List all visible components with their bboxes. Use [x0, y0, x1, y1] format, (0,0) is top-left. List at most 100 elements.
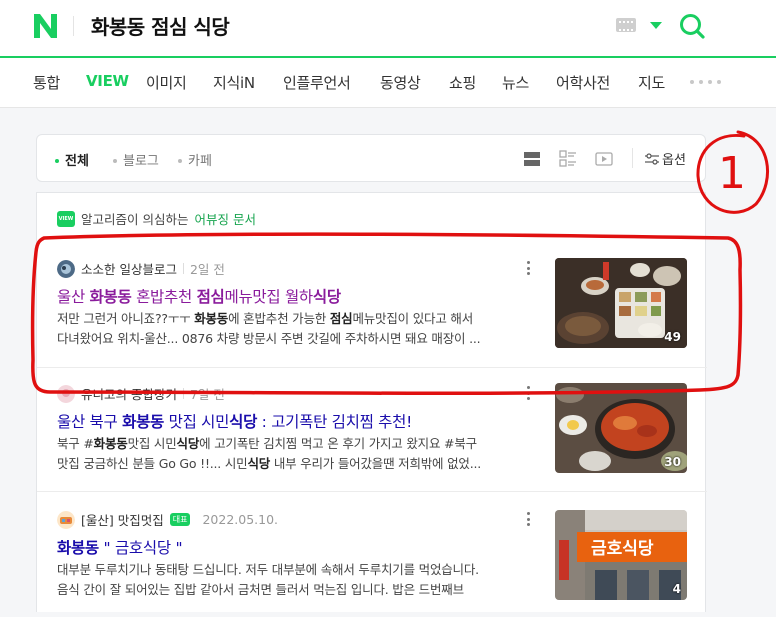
restaurant-sign-image: 금호식당 [555, 510, 687, 600]
filter-dot-icon [178, 158, 182, 163]
post-date: 7일 전 [189, 387, 225, 402]
desc-text: 내부 우리가 들어갔을땐 저희밖에 없었... [270, 456, 482, 471]
filter-dot-icon [55, 158, 59, 163]
caret-down-icon[interactable] [650, 22, 662, 29]
red-circle-mark [696, 130, 770, 214]
result-title[interactable]: 울산 북구 화봉동 맛집 시민식당 : 고기폭탄 김치찜 추천! [57, 410, 412, 432]
tab-kin[interactable]: 지식iN [213, 72, 255, 93]
title-keyword: 식당 [229, 413, 258, 431]
desc-keyword: 식당 [247, 456, 271, 471]
tab-influencer[interactable]: 인플루언서 [283, 72, 351, 93]
avatar [57, 259, 75, 278]
tab-video[interactable]: 동영상 [380, 72, 421, 93]
result-title[interactable]: 울산 화봉동 혼밥추천 점심메뉴맛집 월하식당 [57, 285, 341, 307]
sign-text: 금호식당 [591, 539, 654, 559]
filter-bar: 전체 블로그 카페 옵션 [36, 134, 706, 182]
desc-text: 대부분 두루치기나 동태탕 드십니다. 저두 대부분에 속해서 두루치기를 먹었… [57, 562, 479, 577]
header-divider [73, 16, 74, 36]
title-text: 울산 북구 [57, 413, 123, 431]
result-description: 북구 #화봉동맛집 시민식당에 고기폭탄 김치찜 먹고 온 후기 가지고 왔지요… [57, 434, 527, 474]
avatar [57, 384, 75, 403]
abuse-notice-link[interactable]: 어뷰징 문서 [194, 209, 255, 228]
tab-images[interactable]: 이미지 [146, 72, 187, 93]
desc-text: 음식 간이 잘 되어있는 집밥 같아서 금처면 들러서 먹는집 입니다. 밥은 … [57, 582, 464, 597]
list-view-icon[interactable] [523, 150, 541, 168]
title-keyword: 식당 [312, 288, 341, 306]
author-name: 소소한 일상블로그 [81, 262, 177, 277]
result-title[interactable]: 화봉동 " 금호식당 " [57, 536, 183, 558]
filter-all[interactable]: 전체 [55, 150, 89, 169]
search-tabs: 통합 VIEW 이미지 지식iN 인플루언서 동영상 쇼핑 뉴스 어학사전 지도 [0, 58, 776, 108]
tab-news[interactable]: 뉴스 [502, 72, 529, 93]
more-options-icon[interactable] [527, 261, 531, 275]
tab-dictionary[interactable]: 어학사전 [556, 72, 610, 93]
tab-integrated[interactable]: 통합 [33, 72, 60, 93]
more-tabs-icon[interactable] [690, 80, 721, 84]
more-options-icon[interactable] [527, 386, 531, 400]
title-keyword: 화봉동 [122, 413, 164, 431]
tab-view[interactable]: VIEW [86, 72, 129, 90]
photo-count: 49 [664, 330, 681, 344]
result-item: [울산] 맛집멋집 대표 2022.05.10. 화봉동 " 금호식당 " 대부… [37, 491, 707, 617]
tab-map[interactable]: 지도 [638, 72, 665, 93]
result-thumbnail[interactable]: 30 [555, 383, 687, 473]
filter-blog[interactable]: 블로그 [113, 150, 159, 169]
title-text: 혼밥추천 [131, 288, 197, 306]
result-item: 소소한 일상블로그 2일 전 울산 화봉동 혼밥추천 점심메뉴맛집 월하식당 저… [37, 243, 707, 369]
title-text: 맛집 시민 [164, 413, 230, 431]
title-text: : 고기폭탄 김치찜 추천! [257, 413, 413, 431]
photo-count: 30 [664, 455, 681, 469]
title-text: " 금호식당 " [98, 539, 183, 557]
abuse-notice-text: 알고리즘이 의심하는 [81, 212, 189, 227]
filter-divider [632, 148, 633, 168]
view-badge-icon: VIEW [57, 210, 75, 227]
desc-text: 맛집 시민 [127, 436, 177, 451]
search-icon[interactable] [678, 12, 706, 40]
author-divider [182, 263, 184, 274]
abuse-notice: VIEW 알고리즘이 의심하는 어뷰징 문서 [57, 209, 256, 228]
desc-text: 메뉴맛집이 있다고 해서 [352, 311, 474, 326]
desc-text: 북구 # [57, 436, 94, 451]
avatar [57, 510, 75, 529]
red-number-mark: 1 [718, 148, 746, 199]
search-header: 화봉동 점심 식당 [0, 0, 776, 58]
desc-text: 다녀왔어요 위치-울산... 0876 차량 방문시 주변 갓길에 주차하시면 … [57, 331, 481, 346]
tab-shopping[interactable]: 쇼핑 [449, 72, 476, 93]
title-text: 메뉴맛집 월하 [224, 288, 313, 306]
sliders-icon [645, 152, 659, 165]
title-keyword: 점심 [196, 288, 225, 306]
author-name: [울산] 맛집멋집 [81, 513, 164, 528]
filter-dot-icon [113, 158, 117, 163]
result-thumbnail[interactable]: 금호식당 4 [555, 510, 687, 600]
post-date: 2일 전 [189, 262, 225, 277]
photo-count: 4 [672, 582, 681, 596]
filter-cafe[interactable]: 카페 [178, 150, 212, 169]
desc-keyword: 화봉동 [93, 436, 128, 451]
filter-all-label: 전체 [65, 154, 89, 169]
video-view-icon[interactable] [595, 150, 613, 168]
result-author[interactable]: 유니코의 종합장기 7일 전 [57, 384, 225, 403]
result-author[interactable]: 소소한 일상블로그 2일 전 [57, 259, 225, 278]
result-description: 저만 그런거 아니죠??ㅜㅜ 화봉동에 혼밥추천 가능한 점심메뉴맛집이 있다고… [57, 309, 527, 349]
more-options-icon[interactable] [527, 512, 531, 526]
desc-keyword: 식당 [176, 436, 200, 451]
post-date: 2022.05.10. [202, 512, 279, 527]
search-query[interactable]: 화봉동 점심 식당 [91, 11, 230, 40]
options-button[interactable]: 옵션 [645, 149, 686, 168]
result-thumbnail[interactable]: 49 [555, 258, 687, 348]
desc-text: 저만 그런거 아니죠??ㅜㅜ [57, 311, 195, 326]
desc-text: 에 혼밥추천 가능한 [228, 311, 330, 326]
keyboard-icon[interactable] [616, 18, 636, 32]
result-author[interactable]: [울산] 맛집멋집 대표 2022.05.10. [57, 510, 278, 529]
naver-logo-icon[interactable] [33, 12, 59, 40]
desc-keyword: 화봉동 [194, 311, 229, 326]
results-panel: VIEW 알고리즘이 의심하는 어뷰징 문서 소소한 일상블로그 2일 전 울산… [36, 192, 707, 612]
options-label: 옵션 [662, 153, 686, 168]
desc-text: 맛집 궁금하신 분들 Go Go !!... 시민 [57, 456, 248, 471]
filter-cafe-label: 카페 [188, 154, 212, 169]
author-name: 유니코의 종합장기 [81, 387, 177, 402]
detail-view-icon[interactable] [559, 150, 577, 168]
representative-badge: 대표 [169, 513, 191, 526]
title-text: 울산 [57, 288, 90, 306]
title-keyword: 화봉동 [89, 288, 132, 306]
